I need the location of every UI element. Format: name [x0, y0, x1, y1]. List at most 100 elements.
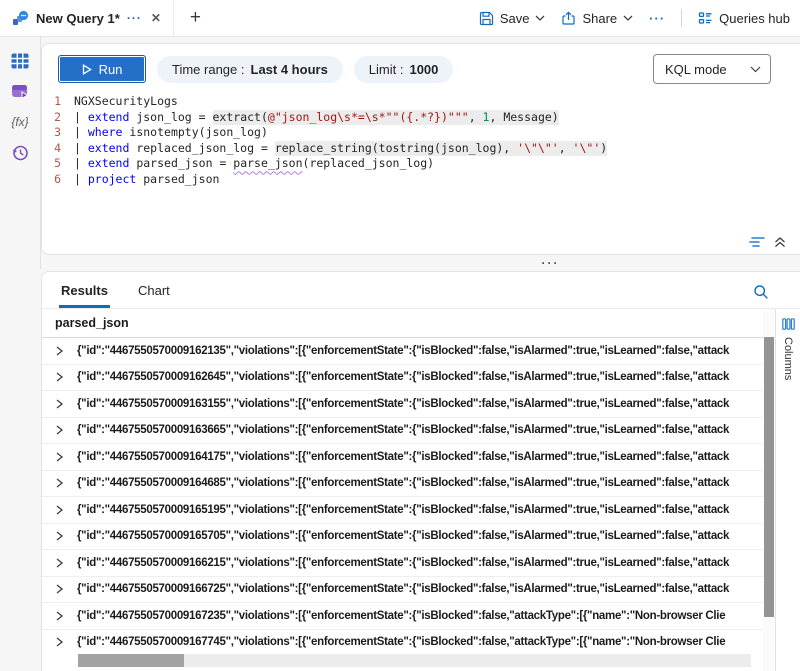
expand-row-chevron-icon[interactable] [42, 558, 77, 568]
table-icon[interactable] [11, 53, 29, 69]
vertical-scrollbar[interactable] [763, 309, 775, 671]
code-token: project [88, 172, 136, 188]
expand-row-chevron-icon[interactable] [42, 637, 77, 647]
splitter-handle[interactable]: ··· [542, 256, 560, 270]
code-token: extend [88, 141, 130, 157]
time-range-label: Time range : [172, 62, 245, 77]
tab-bar: New Query 1* ··· ✕ + Save [0, 0, 800, 37]
table-row[interactable]: {"id":"4467550570009162135","violations"… [42, 338, 763, 365]
expand-row-chevron-icon[interactable] [42, 399, 77, 409]
tab-new-query[interactable]: New Query 1* ··· ✕ [0, 0, 174, 36]
code-line[interactable]: 6| project parsed_json [42, 172, 800, 188]
row-json-value: {"id":"4467550570009166215","violations"… [77, 557, 763, 569]
new-tab-button[interactable]: + [174, 0, 217, 36]
query-history-icon[interactable] [11, 144, 29, 162]
chevron-down-icon [535, 15, 545, 21]
table-row[interactable]: {"id":"4467550570009166725","violations"… [42, 577, 763, 604]
tab-title: New Query 1* [36, 11, 120, 26]
code-token: @"json_log\s*=\s*""({.*?})""" [268, 110, 469, 126]
code-line[interactable]: 3| where isnotempty(json_log) [42, 125, 800, 141]
limit-picker[interactable]: Limit : 1000 [354, 56, 454, 83]
tab-more-icon[interactable]: ··· [127, 11, 142, 25]
code-token: replace_string(tostring(json_log), [275, 141, 517, 157]
columns-icon [782, 318, 795, 330]
expand-row-chevron-icon[interactable] [42, 452, 77, 462]
tab-chart[interactable]: Chart [136, 275, 172, 308]
query-mode-value: KQL mode [665, 62, 727, 77]
code-line[interactable]: 5| extend parsed_json = parse_json(repla… [42, 156, 800, 172]
query-editor[interactable]: 1NGXSecurityLogs2| extend json_log = ext… [42, 94, 800, 188]
table-row[interactable]: {"id":"4467550570009165195","violations"… [42, 497, 763, 524]
play-icon [82, 64, 92, 75]
table-row[interactable]: {"id":"4467550570009162645","violations"… [42, 365, 763, 392]
table-row[interactable]: {"id":"4467550570009164685","violations"… [42, 471, 763, 498]
code-line[interactable]: 1NGXSecurityLogs [42, 94, 800, 110]
share-button[interactable]: Share [561, 11, 633, 26]
code-token: parsed_json = [129, 156, 233, 172]
code-line[interactable]: 4| extend replaced_json_log = replace_st… [42, 141, 800, 157]
expand-row-chevron-icon[interactable] [42, 584, 77, 594]
results-panel: Results Chart parsed_json {"id":"4467550… [41, 271, 800, 671]
tab-close-icon[interactable]: ✕ [151, 11, 161, 25]
expand-row-chevron-icon[interactable] [42, 372, 77, 382]
row-json-value: {"id":"4467550570009164685","violations"… [77, 477, 763, 489]
line-number: 3 [42, 125, 74, 141]
code-token: | [74, 110, 88, 126]
expand-row-chevron-icon[interactable] [42, 611, 77, 621]
expand-row-chevron-icon[interactable] [42, 531, 77, 541]
save-icon [479, 11, 494, 26]
queries-hub-button[interactable]: Queries hub [698, 11, 790, 26]
limit-value: 1000 [409, 62, 438, 77]
row-json-value: {"id":"4467550570009165195","violations"… [77, 504, 763, 516]
column-header-parsed-json[interactable]: parsed_json [42, 309, 763, 338]
horizontal-scrollbar-thumb[interactable] [78, 654, 184, 667]
code-token: isnotempty(json_log) [122, 125, 267, 141]
more-actions-button[interactable]: ··· [649, 11, 665, 26]
collapse-editor-icon[interactable] [774, 236, 786, 248]
expand-row-chevron-icon[interactable] [42, 478, 77, 488]
table-row[interactable]: {"id":"4467550570009167745","violations"… [42, 630, 763, 654]
code-token: (replaced_json_log) [303, 156, 435, 172]
horizontal-scrollbar[interactable] [78, 654, 751, 667]
time-range-picker[interactable]: Time range : Last 4 hours [157, 56, 343, 83]
line-number: 2 [42, 110, 74, 126]
columns-panel-toggle[interactable]: Columns [775, 309, 800, 671]
row-json-value: {"id":"4467550570009162645","violations"… [77, 371, 763, 383]
query-mode-select[interactable]: KQL mode [653, 54, 771, 84]
table-row[interactable]: {"id":"4467550570009165705","violations"… [42, 524, 763, 551]
function-icon[interactable]: {fx} [11, 115, 28, 129]
tab-results[interactable]: Results [59, 275, 110, 308]
format-lines-icon[interactable] [749, 236, 765, 248]
query-toolbar: Run Time range : Last 4 hours Limit : 10… [42, 44, 800, 88]
run-button[interactable]: Run [58, 55, 146, 83]
table-row[interactable]: {"id":"4467550570009166215","violations"… [42, 550, 763, 577]
table-row[interactable]: {"id":"4467550570009163155","violations"… [42, 391, 763, 418]
query-window-icon[interactable] [11, 84, 30, 100]
code-token: ) [552, 110, 559, 126]
limit-label: Limit : [369, 62, 404, 77]
save-label: Save [500, 11, 530, 26]
code-token: ) [600, 141, 607, 157]
queries-hub-icon [698, 11, 713, 25]
search-icon[interactable] [753, 284, 769, 300]
code-line[interactable]: 2| extend json_log = extract(@"json_log\… [42, 110, 800, 126]
panel-splitter[interactable]: ··· [41, 255, 800, 271]
code-token: '\"' [573, 141, 601, 157]
results-body: parsed_json {"id":"4467550570009162135",… [42, 308, 800, 671]
line-number: 5 [42, 156, 74, 172]
expand-row-chevron-icon[interactable] [42, 505, 77, 515]
row-json-value: {"id":"4467550570009162135","violations"… [77, 345, 763, 357]
results-rows: {"id":"4467550570009162135","violations"… [42, 338, 763, 653]
vertical-scrollbar-thumb[interactable] [764, 337, 774, 617]
code-token: parsed_json [136, 172, 219, 188]
expand-row-chevron-icon[interactable] [42, 346, 77, 356]
table-row[interactable]: {"id":"4467550570009167235","violations"… [42, 603, 763, 630]
share-icon [561, 11, 576, 26]
code-token: replaced_json_log = [129, 141, 274, 157]
code-token: extend [88, 156, 130, 172]
save-button[interactable]: Save [479, 11, 546, 26]
table-row[interactable]: {"id":"4467550570009164175","violations"… [42, 444, 763, 471]
table-row[interactable]: {"id":"4467550570009163665","violations"… [42, 418, 763, 445]
results-tab-bar: Results Chart [42, 272, 800, 308]
expand-row-chevron-icon[interactable] [42, 425, 77, 435]
